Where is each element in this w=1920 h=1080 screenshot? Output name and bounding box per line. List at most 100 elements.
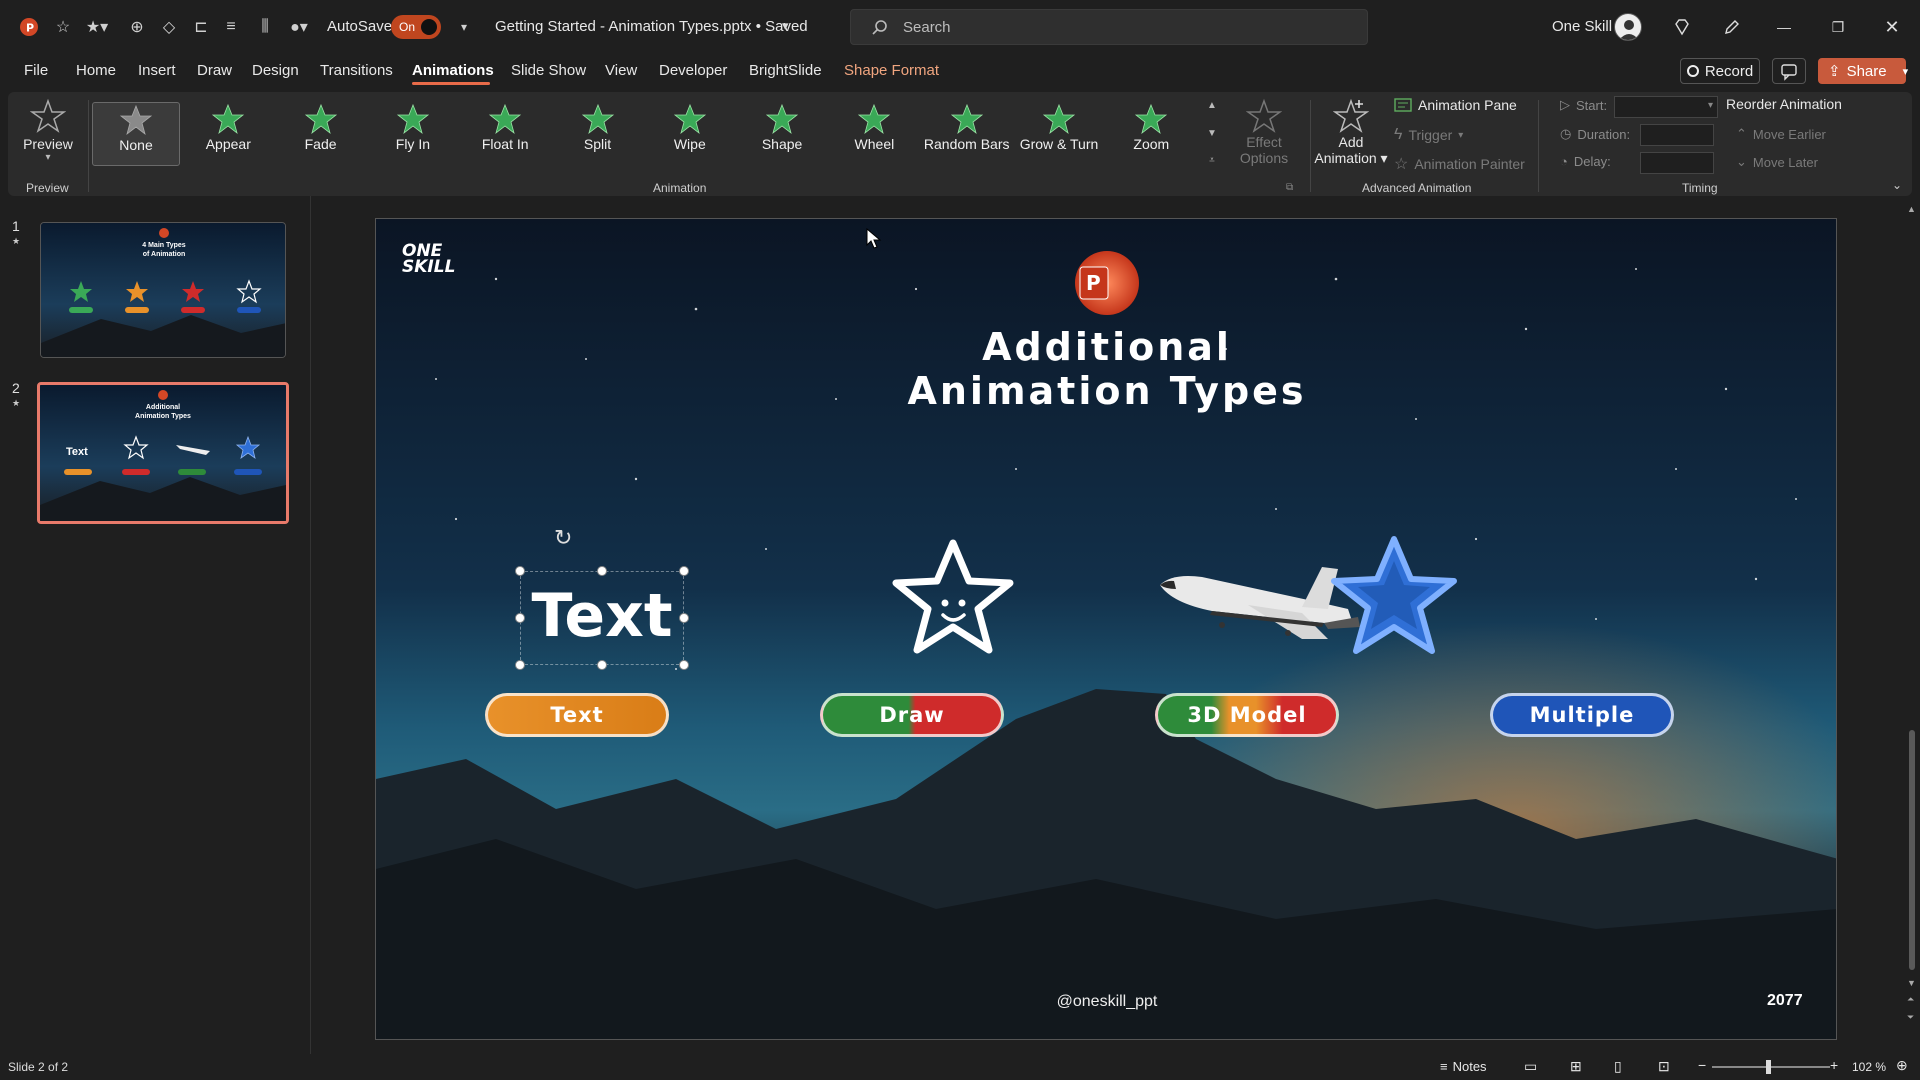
- tab-insert[interactable]: Insert: [138, 62, 176, 79]
- title-chevron-icon[interactable]: ▾: [782, 18, 789, 34]
- tab-draw[interactable]: Draw: [197, 62, 232, 79]
- zoom-level[interactable]: 102 %: [1852, 1060, 1886, 1074]
- gallery-item-float-in[interactable]: Float In: [461, 102, 549, 166]
- big-text[interactable]: Text: [520, 577, 684, 655]
- align-left-icon[interactable]: ⊏: [188, 14, 214, 40]
- effect-options-button[interactable]: Effect Options: [1226, 98, 1302, 166]
- multiple-animation-button[interactable]: Multiple: [1490, 693, 1674, 737]
- scroll-thumb[interactable]: [1909, 730, 1915, 970]
- zoom-in-icon[interactable]: +: [1830, 1057, 1838, 1073]
- resize-handle[interactable]: [679, 660, 689, 670]
- gallery-item-fade[interactable]: Fade: [277, 102, 365, 166]
- notes-button[interactable]: ≡ Notes: [1440, 1059, 1487, 1074]
- user-name[interactable]: One Skill: [1552, 18, 1612, 35]
- fit-slide-icon[interactable]: ⊕: [1896, 1057, 1908, 1074]
- target-icon[interactable]: ⊕: [124, 14, 150, 40]
- slide-thumbnail-2[interactable]: Additional Animation Types Text: [37, 382, 289, 524]
- add-animation-button[interactable]: Add Animation ▾: [1314, 98, 1388, 167]
- move-earlier-button[interactable]: ⌃ Move Earlier: [1736, 126, 1826, 142]
- scroll-up-icon[interactable]: ▲: [1907, 204, 1916, 214]
- 3d-model-button[interactable]: 3D Model: [1155, 693, 1339, 737]
- smiley-star-icon[interactable]: [888, 537, 1018, 665]
- reading-view-icon[interactable]: ▯: [1614, 1058, 1622, 1075]
- share-button[interactable]: ⇪ Share ▾: [1818, 58, 1908, 84]
- resize-handle[interactable]: [597, 660, 607, 670]
- rotate-handle-icon[interactable]: ↻: [554, 525, 572, 551]
- panel-divider[interactable]: [310, 196, 311, 1054]
- animation-painter-button[interactable]: ☆ Animation Painter: [1394, 154, 1525, 174]
- draw-animation-button[interactable]: Draw: [820, 693, 1004, 737]
- gallery-item-fly-in[interactable]: Fly In: [369, 102, 457, 166]
- text-animation-button[interactable]: Text: [485, 693, 669, 737]
- gallery-item-wipe[interactable]: Wipe: [646, 102, 734, 166]
- tab-transitions[interactable]: Transitions: [320, 62, 393, 79]
- minimize-icon[interactable]: —: [1766, 10, 1802, 44]
- previous-slide-icon[interactable]: ⏶: [1907, 994, 1914, 1005]
- tab-file[interactable]: File: [24, 62, 48, 79]
- tab-slide-show[interactable]: Slide Show: [511, 62, 586, 79]
- slide-thumbnail-1[interactable]: 4 Main Types of Animation: [40, 222, 286, 358]
- new-animation-icon[interactable]: ☆: [50, 14, 76, 40]
- gallery-item-wheel[interactable]: Wheel: [830, 102, 918, 166]
- favorite-dropdown-icon[interactable]: ★▾: [80, 14, 114, 40]
- delay-input[interactable]: [1640, 152, 1714, 174]
- tab-brightslide[interactable]: BrightSlide: [749, 62, 822, 79]
- customize-qat-icon[interactable]: ▾: [454, 14, 474, 40]
- gallery-scroll[interactable]: ▲ ▼ ⩡: [1203, 100, 1221, 166]
- tab-view[interactable]: View: [605, 62, 637, 79]
- slide-sorter-icon[interactable]: ⊞: [1570, 1058, 1582, 1075]
- blue-star-icon[interactable]: [1324, 531, 1464, 667]
- tab-animations[interactable]: Animations: [412, 62, 494, 79]
- close-icon[interactable]: ✕: [1874, 10, 1910, 44]
- duration-input[interactable]: [1640, 124, 1714, 146]
- comments-button[interactable]: [1772, 58, 1806, 84]
- pen-icon[interactable]: [1714, 10, 1750, 44]
- tab-design[interactable]: Design: [252, 62, 299, 79]
- avatar[interactable]: [1614, 13, 1642, 41]
- next-slide-icon[interactable]: ⏷: [1907, 1012, 1914, 1023]
- resize-handle[interactable]: [515, 660, 525, 670]
- document-title[interactable]: Getting Started - Animation Types.pptx •…: [495, 18, 808, 35]
- animation-pane-button[interactable]: Animation Pane: [1394, 97, 1517, 113]
- resize-handle[interactable]: [679, 566, 689, 576]
- resize-handle[interactable]: [597, 566, 607, 576]
- gallery-item-none[interactable]: None: [92, 102, 180, 166]
- tab-shape-format[interactable]: Shape Format: [844, 62, 939, 79]
- resize-handle[interactable]: [679, 613, 689, 623]
- move-later-button[interactable]: ⌄ Move Later: [1736, 154, 1818, 170]
- shapes-dropdown-icon[interactable]: ●▾: [282, 14, 316, 40]
- tab-developer[interactable]: Developer: [659, 62, 727, 79]
- premium-diamond-icon[interactable]: [1664, 10, 1700, 44]
- start-select[interactable]: ▾: [1614, 96, 1718, 118]
- resize-handle[interactable]: [515, 566, 525, 576]
- normal-view-icon[interactable]: ▭: [1524, 1058, 1537, 1075]
- gallery-item-split[interactable]: Split: [554, 102, 642, 166]
- tab-home[interactable]: Home: [76, 62, 116, 79]
- distribute-icon[interactable]: ⫼: [252, 14, 278, 40]
- gallery-item-random-bars[interactable]: Random Bars: [923, 102, 1011, 166]
- search-box[interactable]: Search: [850, 9, 1368, 45]
- gallery-item-grow-turn[interactable]: Grow & Turn: [1015, 102, 1103, 166]
- draw-shape-icon[interactable]: ◇: [156, 14, 182, 40]
- zoom-out-icon[interactable]: −: [1698, 1057, 1706, 1073]
- gallery-item-zoom[interactable]: Zoom: [1107, 102, 1195, 166]
- gallery-down-icon[interactable]: ▼: [1207, 128, 1217, 139]
- align-center-icon[interactable]: ≡: [218, 14, 244, 40]
- vertical-scrollbar[interactable]: ▲ ▼ ⏶ ⏷: [1904, 196, 1920, 1054]
- slide-canvas[interactable]: P ONE SKILL Additional Animation Types T…: [375, 218, 1837, 1040]
- resize-handle[interactable]: [515, 613, 525, 623]
- gallery-more-icon[interactable]: ⩡: [1209, 155, 1215, 166]
- slideshow-icon[interactable]: ⊡: [1658, 1058, 1670, 1075]
- trigger-button[interactable]: ϟ Trigger ▾: [1394, 126, 1463, 144]
- gallery-item-appear[interactable]: Appear: [184, 102, 272, 166]
- record-button[interactable]: Record: [1680, 58, 1760, 84]
- gallery-up-icon[interactable]: ▲: [1207, 100, 1217, 111]
- preview-button[interactable]: Preview ▾: [16, 98, 80, 174]
- restore-icon[interactable]: ❐: [1820, 10, 1856, 44]
- collapse-ribbon-icon[interactable]: ⌄: [1892, 178, 1902, 192]
- dialog-launcher-icon[interactable]: ⧉: [1286, 182, 1293, 193]
- zoom-slider[interactable]: [1712, 1066, 1830, 1068]
- zoom-slider-thumb[interactable]: [1766, 1060, 1771, 1074]
- gallery-item-shape[interactable]: Shape: [738, 102, 826, 166]
- autosave-toggle[interactable]: On: [391, 15, 441, 39]
